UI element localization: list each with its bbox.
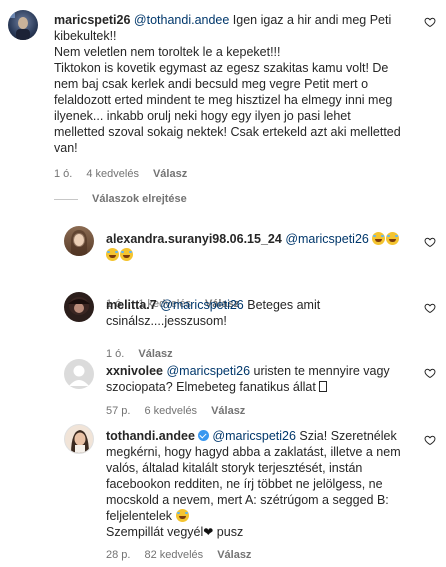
like-count[interactable]: 6 kedvelés [144, 403, 197, 419]
mention-link[interactable]: @maricspeti26 [212, 429, 296, 443]
username[interactable]: melitta.7 [106, 298, 157, 312]
avatar[interactable] [64, 226, 94, 256]
mention-link[interactable]: @tothandi.andee [134, 13, 229, 27]
comment-text: tothandi.andee @maricspeti26 Szia! Szere… [106, 428, 406, 540]
hide-replies-label: Válaszok elrejtése [92, 193, 187, 205]
comment-body: Szia! Szeretnélek megkérni, hogy hagyd a… [106, 429, 405, 523]
like-heart-icon[interactable] [424, 367, 436, 379]
like-heart-icon[interactable] [424, 434, 436, 446]
grinning-squinting-face-icon [106, 248, 119, 261]
reply-button[interactable]: Válasz [217, 547, 251, 563]
comment-text: maricspeti26 @tothandi.andee Igen igaz a… [54, 12, 404, 156]
thread-divider [54, 198, 78, 200]
comment-body: Igen igaz a hir andi meg Peti kibekultek… [54, 13, 401, 155]
black-heart-icon: ❤ [203, 525, 214, 539]
comment-text: alexandra.suranyi98.06.15_24 @maricspeti… [106, 231, 406, 263]
comment-time: 57 p. [106, 405, 131, 417]
grinning-squinting-face-icon [120, 248, 133, 261]
grinning-face-icon [175, 509, 189, 522]
avatar[interactable] [64, 292, 94, 322]
avatar[interactable] [64, 359, 94, 389]
unsupported-emoji-icon [319, 381, 328, 392]
like-count[interactable]: 4 kedvelés [86, 166, 139, 182]
comment-time: 28 p. [106, 549, 131, 561]
avatar[interactable] [64, 424, 94, 454]
reply-button[interactable]: Válasz [153, 166, 187, 182]
like-heart-icon[interactable] [424, 236, 436, 248]
grinning-squinting-face-icon [372, 232, 386, 245]
default-user-icon [69, 365, 89, 386]
username[interactable]: alexandra.suranyi98.06.15_24 [106, 232, 282, 246]
comment-time: 1 ó. [54, 168, 73, 180]
reply-button[interactable]: Válasz [138, 346, 172, 362]
mention-link[interactable]: @maricspeti26 [166, 364, 250, 378]
mention-link[interactable]: @maricspeti26 [285, 232, 369, 246]
reply-button[interactable]: Válasz [211, 403, 245, 419]
comment-time: 1 ó. [106, 348, 125, 360]
grinning-squinting-face-icon [386, 232, 400, 245]
avatar-image-icon [71, 430, 89, 453]
comment-text: xxnivolee @maricspeti26 uristen te menny… [106, 363, 406, 395]
verified-badge-icon [197, 430, 209, 441]
comment-body-line3: pusz [213, 525, 244, 539]
avatar-image-icon [10, 13, 30, 40]
avatar-image-icon [71, 230, 87, 256]
like-heart-icon[interactable] [424, 302, 436, 314]
comment-body-line2: Szempillát vegyél [106, 525, 204, 539]
like-count[interactable]: 82 kedvelés [144, 547, 203, 563]
like-heart-icon[interactable] [424, 16, 436, 28]
username[interactable]: xxnivolee [106, 364, 163, 378]
username[interactable]: maricspeti26 [54, 13, 130, 27]
hide-replies-button[interactable]: Válaszok elrejtése [54, 191, 187, 207]
username[interactable]: tothandi.andee [106, 429, 195, 443]
avatar-image-icon [68, 297, 90, 315]
comment-text: melitta.7 @maricspeti26 Beteges amit csi… [106, 297, 406, 329]
mention-link[interactable]: @maricspeti26 [160, 298, 244, 312]
avatar[interactable] [8, 10, 38, 40]
